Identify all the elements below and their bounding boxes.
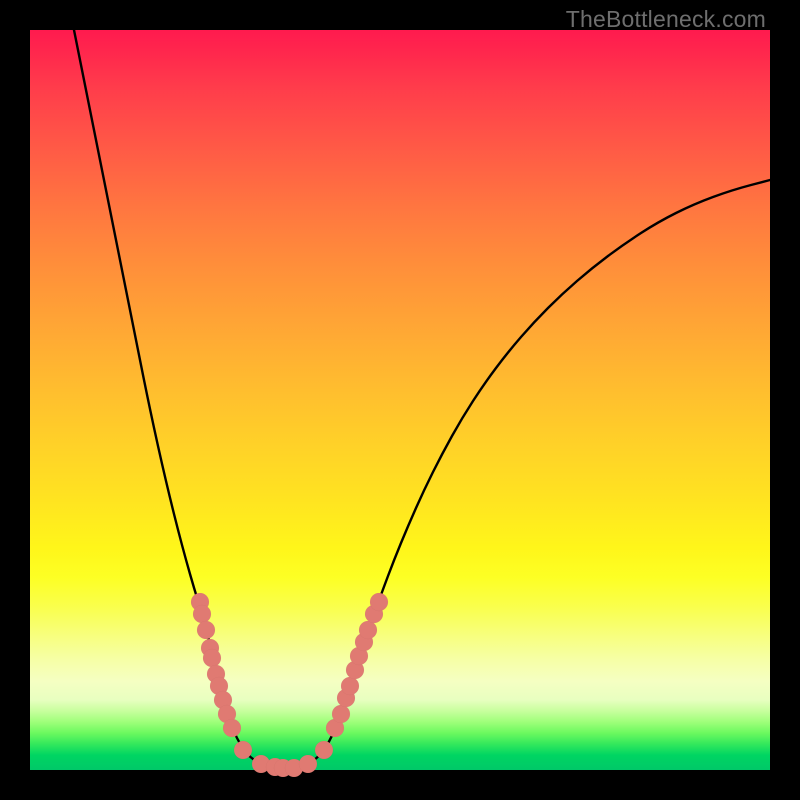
data-dot xyxy=(203,649,221,667)
data-dot xyxy=(193,605,211,623)
data-dot xyxy=(359,621,377,639)
data-dot xyxy=(341,677,359,695)
chart-frame: TheBottleneck.com xyxy=(0,0,800,800)
data-dot xyxy=(315,741,333,759)
right-curve xyxy=(290,180,770,768)
data-dot xyxy=(332,705,350,723)
data-dot xyxy=(234,741,252,759)
data-dot xyxy=(197,621,215,639)
plot-area xyxy=(30,30,770,770)
watermark-label: TheBottleneck.com xyxy=(566,6,766,33)
dot-layer xyxy=(191,593,388,777)
data-dot xyxy=(370,593,388,611)
left-curve xyxy=(74,30,290,768)
chart-svg xyxy=(30,30,770,770)
data-dot xyxy=(299,755,317,773)
data-dot xyxy=(223,719,241,737)
